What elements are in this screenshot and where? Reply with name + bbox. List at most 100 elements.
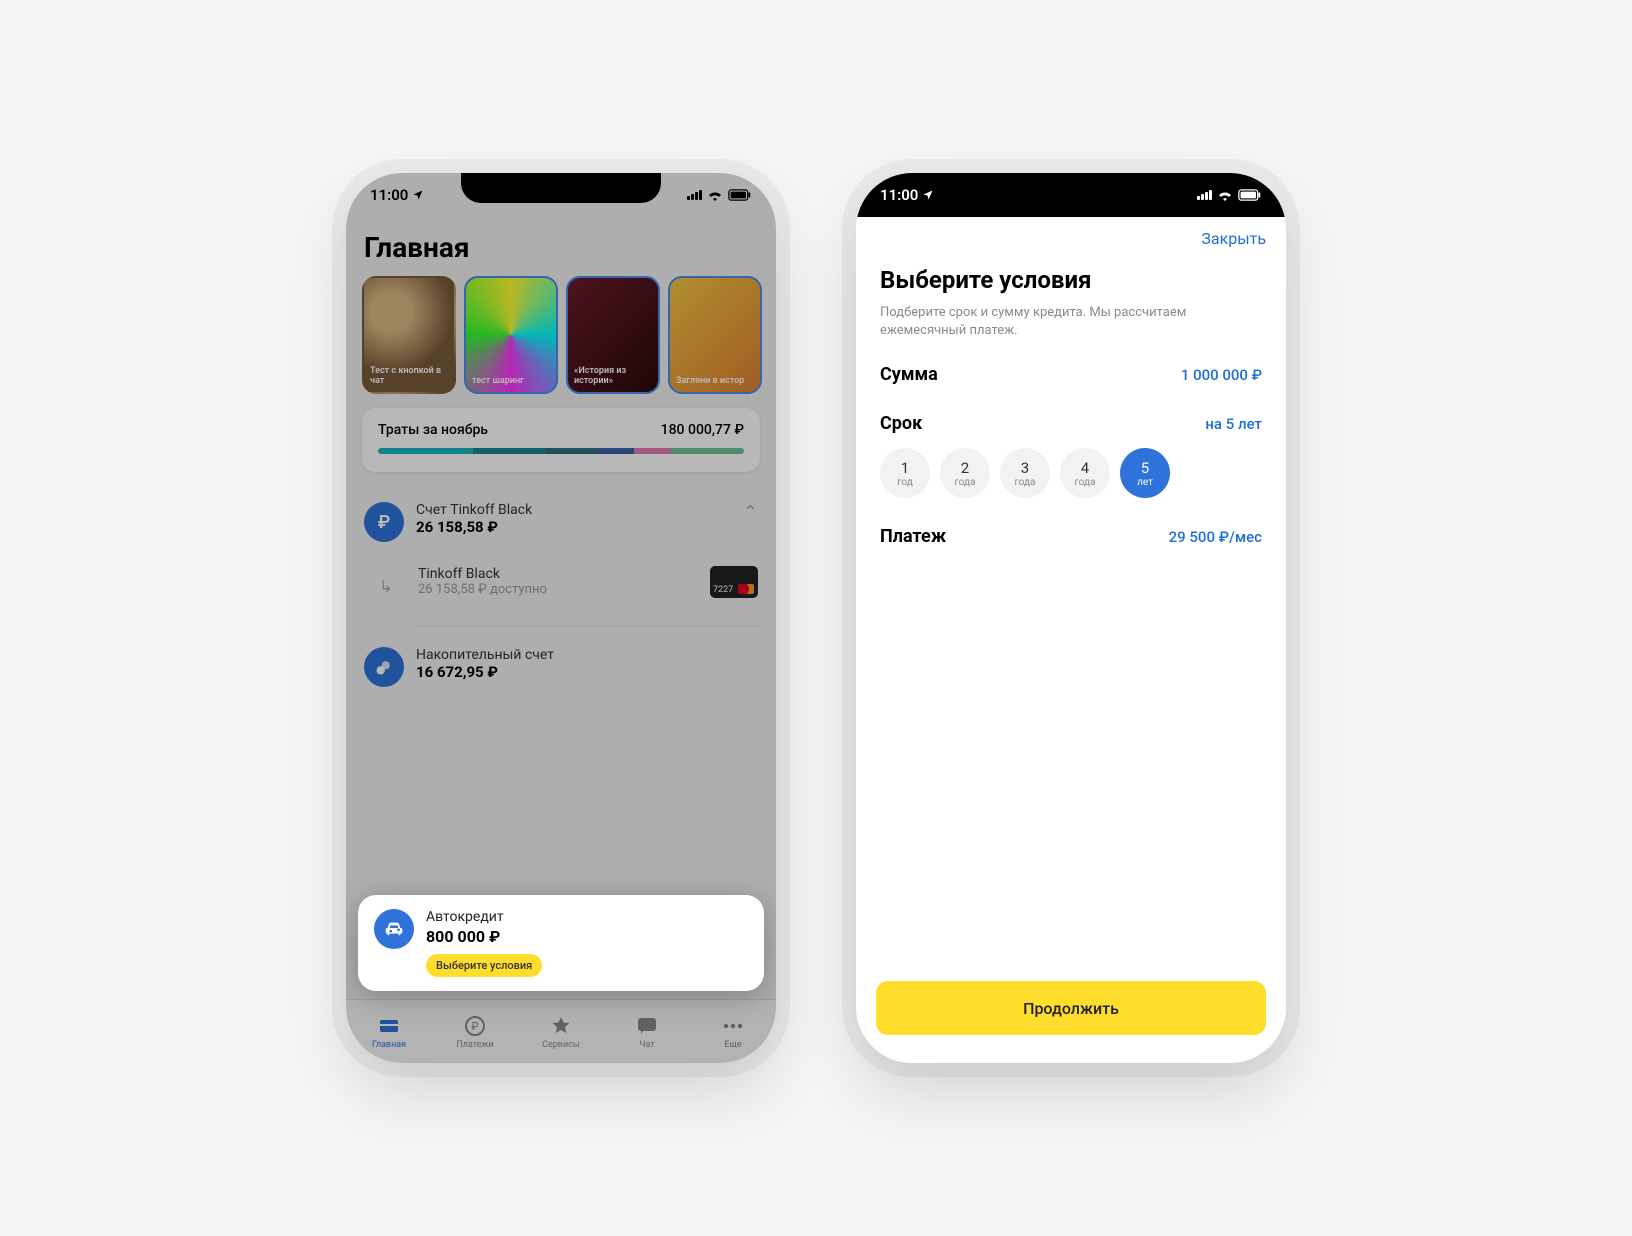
home-screen: 11:00 Главная Тест с кнопкой в чат тест … (346, 173, 776, 1063)
pill-num: 3 (1021, 459, 1029, 477)
account-balance: 16 672,95 ₽ (416, 663, 758, 681)
wifi-icon (1217, 189, 1233, 201)
term-pill-2[interactable]: 2года (940, 448, 990, 498)
card-available: 26 158,58 ₽ доступно (418, 582, 698, 597)
term-pill-3[interactable]: 3года (1000, 448, 1050, 498)
pill-num: 5 (1141, 459, 1149, 477)
battery-icon (728, 189, 752, 201)
tab-chat[interactable]: Чат (604, 1000, 690, 1063)
star-icon (549, 1014, 573, 1038)
card-name: Tinkoff Black (418, 566, 698, 582)
amount-value[interactable]: 1 000 000 ₽ (1181, 366, 1262, 384)
account-name: Счет Tinkoff Black (416, 502, 731, 518)
stories-row[interactable]: Тест с кнопкой в чат тест шаринг «Истори… (362, 276, 760, 394)
pill-unit: года (1075, 477, 1096, 488)
pill-num: 2 (961, 459, 969, 477)
term-pill-4[interactable]: 4года (1060, 448, 1110, 498)
autoloan-card[interactable]: Автокредит 800 000 ₽ Выберите условия (358, 895, 764, 991)
divider (414, 626, 760, 627)
amount-label: Сумма (880, 364, 938, 385)
tab-label: Главная (372, 1040, 406, 1050)
ruble-icon: ₽ (364, 502, 404, 542)
tab-label: Платежи (456, 1040, 493, 1050)
pill-unit: лет (1137, 477, 1153, 488)
spending-amount: 180 000,77 ₽ (661, 422, 744, 438)
conditions-content: Выберите условия Подберите срок и сумму … (856, 248, 1286, 1063)
payment-label: Платеж (880, 526, 946, 547)
status-indicators (1197, 189, 1262, 201)
pill-num: 1 (901, 459, 909, 477)
autoloan-amount: 800 000 ₽ (426, 927, 748, 946)
status-time-block: 11:00 (880, 186, 934, 204)
savings-icon (364, 647, 404, 687)
battery-icon (1238, 189, 1262, 201)
tab-label: Чат (639, 1040, 654, 1050)
more-icon (721, 1014, 745, 1038)
tab-label: Еще (724, 1040, 741, 1050)
wifi-icon (707, 189, 723, 201)
pill-unit: года (955, 477, 976, 488)
account-row[interactable]: Накопительный счет 16 672,95 ₽ (362, 635, 760, 699)
tab-payments[interactable]: ₽ Платежи (432, 1000, 518, 1063)
chat-icon (635, 1014, 659, 1038)
term-label: Срок (880, 413, 922, 434)
spending-label: Траты за ноябрь (378, 422, 488, 438)
spending-bar (378, 448, 744, 454)
signal-icon (1197, 190, 1212, 200)
account-row[interactable]: ₽ Счет Tinkoff Black 26 158,58 ₽ ⌃ (362, 490, 760, 554)
status-time: 11:00 (880, 186, 918, 204)
svg-text:₽: ₽ (471, 1020, 478, 1033)
spending-card[interactable]: Траты за ноябрь 180 000,77 ₽ (362, 408, 760, 472)
account-body: Накопительный счет 16 672,95 ₽ (416, 647, 758, 681)
notch (971, 173, 1171, 203)
continue-button[interactable]: Продолжить (876, 981, 1266, 1035)
page-title: Выберите условия (880, 266, 1262, 294)
story-label: Тест с кнопкой в чат (370, 366, 448, 386)
spending-header: Траты за ноябрь 180 000,77 ₽ (378, 422, 744, 438)
story-card[interactable]: Загляни в истор (668, 276, 762, 394)
card-last4: 7227 (713, 585, 733, 595)
story-card[interactable]: Тест с кнопкой в чат (362, 276, 456, 394)
pill-unit: год (897, 477, 913, 488)
payments-icon: ₽ (463, 1014, 487, 1038)
car-icon (374, 909, 414, 949)
status-time-block: 11:00 (370, 186, 424, 204)
home-icon (377, 1014, 401, 1038)
term-pill-5[interactable]: 5лет (1120, 448, 1170, 498)
story-card[interactable]: «История из истории» (566, 276, 660, 394)
story-label: «История из истории» (574, 366, 652, 386)
close-row: Закрыть (856, 217, 1286, 248)
story-card[interactable]: тест шаринг (464, 276, 558, 394)
tab-services[interactable]: Сервисы (518, 1000, 604, 1063)
payment-value: 29 500 ₽/мес (1169, 528, 1262, 546)
tabbar: Главная ₽ Платежи Сервисы Чат Еще (346, 999, 776, 1063)
card-chip[interactable]: 7227 (710, 566, 758, 598)
status-indicators (687, 189, 752, 201)
term-options: 1год 2года 3года 4года 5лет (880, 448, 1262, 498)
account-name: Накопительный счет (416, 647, 758, 663)
close-button[interactable]: Закрыть (1201, 229, 1266, 248)
conditions-screen: 11:00 Закрыть Выберите условия Подберите… (856, 173, 1286, 1063)
status-time: 11:00 (370, 186, 408, 204)
sub-arrow-icon: ↳ (366, 566, 406, 606)
page-title: Главная (364, 231, 758, 264)
account-body: Tinkoff Black 26 158,58 ₽ доступно (418, 566, 698, 597)
tab-label: Сервисы (542, 1040, 580, 1050)
term-value[interactable]: на 5 лет (1205, 415, 1262, 433)
autoloan-body: Автокредит 800 000 ₽ Выберите условия (426, 909, 748, 977)
location-icon (922, 189, 934, 201)
account-card-row[interactable]: ↳ Tinkoff Black 26 158,58 ₽ доступно 722… (362, 554, 760, 618)
pill-num: 4 (1081, 459, 1089, 477)
account-balance: 26 158,58 ₽ (416, 518, 731, 536)
tab-more[interactable]: Еще (690, 1000, 776, 1063)
pill-unit: года (1015, 477, 1036, 488)
term-pill-1[interactable]: 1год (880, 448, 930, 498)
phone-home: 11:00 Главная Тест с кнопкой в чат тест … (346, 173, 776, 1063)
tab-home[interactable]: Главная (346, 1000, 432, 1063)
autoloan-badge[interactable]: Выберите условия (426, 954, 542, 977)
story-label: тест шаринг (472, 376, 524, 386)
amount-block: Сумма 1 000 000 ₽ (880, 364, 1262, 385)
chevron-up-icon[interactable]: ⌃ (743, 502, 758, 523)
page-description: Подберите срок и сумму кредита. Мы рассч… (880, 304, 1262, 340)
phone-conditions: 11:00 Закрыть Выберите условия Подберите… (856, 173, 1286, 1063)
